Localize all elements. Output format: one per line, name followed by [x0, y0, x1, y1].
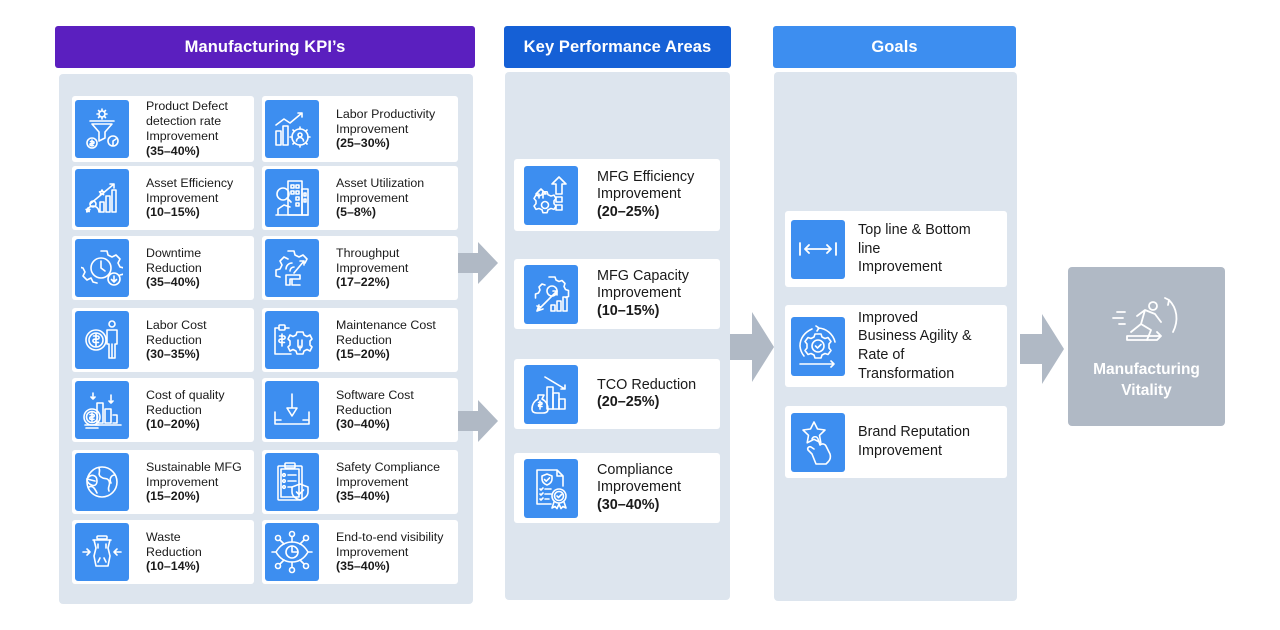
kpi-label: Asset Efficiency Improvement: [146, 175, 234, 205]
kpi-value: (15–20%): [146, 489, 200, 504]
kpi-label: Labor Productivity Improvement: [336, 106, 436, 136]
kpa-label: MFG Capacity Improvement: [597, 268, 689, 302]
flow-arrow-goals-to-outcome: [1020, 314, 1064, 384]
kpi-card-product-defect: Product Defect detection rate Improvemen…: [72, 96, 254, 162]
kpi-card-end-to-end-visibility: End-to-end visibility Improvement (35–40%…: [262, 520, 458, 584]
kpi-card-labor-productivity: Labor Productivity Improvement (25–30%): [262, 96, 458, 162]
outcome-title: Manufacturing Vitality: [1093, 360, 1200, 399]
labor-productivity-icon: [265, 100, 319, 158]
kpa-column-header: Key Performance Areas: [504, 26, 731, 68]
kpi-card-asset-efficiency: Asset Efficiency Improvement (10–15%): [72, 166, 254, 230]
kpi-label: Asset Utilization Improvement: [336, 175, 425, 205]
outcome-manufacturing-vitality: Manufacturing Vitality: [1068, 267, 1225, 426]
kpi-value: (35–40%): [336, 559, 390, 574]
goal-card-top-bottom-line: Top line & Bottom line Improvement: [785, 211, 1007, 287]
kpi-value: (35–40%): [146, 275, 200, 290]
coins-chart-icon: [75, 381, 129, 439]
kpi-value: (35–40%): [336, 489, 390, 504]
horizontal-range-icon: [791, 219, 845, 279]
growth-chart-icon: [75, 169, 129, 227]
kpa-card-tco-reduction: TCO Reduction (20–25%): [514, 359, 720, 429]
kpi-label: Labor Cost Reduction: [146, 317, 207, 347]
kpi-label: End-to-end visibility Improvement: [336, 529, 444, 559]
flow-arrow-kpi-to-kpa-upper: [458, 242, 498, 284]
kpa-card-mfg-efficiency: MFG Efficiency Improvement (20–25%): [514, 159, 720, 231]
kpa-value: (10–15%): [597, 302, 660, 319]
eye-network-icon: [265, 523, 319, 581]
kpi-label: Safety Compliance Improvement: [336, 459, 440, 489]
building-search-icon: [265, 169, 319, 227]
kpa-value: (30–40%): [597, 496, 660, 513]
kpa-card-compliance: Compliance Improvement (30–40%): [514, 453, 720, 523]
goal-label: Improved Business Agility & Rate of Tran…: [858, 309, 972, 382]
hand-star-icon: [791, 412, 845, 472]
kpi-label: Product Defect detection rate Improvemen…: [146, 99, 228, 143]
clipboard-shield-icon: [265, 453, 319, 511]
running-person-icon: [1111, 296, 1177, 341]
goals-column-title: Goals: [871, 37, 918, 56]
goal-label: Brand Reputation Improvement: [858, 424, 971, 459]
goal-label: Top line & Bottom line Improvement: [858, 221, 971, 276]
kpi-card-throughput: Throughput Improvement (17–22%): [262, 236, 458, 300]
kpi-card-sustainable-mfg: Sustainable MFG Improvement (15–20%): [72, 450, 254, 514]
gear-clock-icon: [75, 239, 129, 297]
gear-rocket-chart-icon: [524, 264, 578, 324]
kpi-value: (35–40%): [146, 143, 200, 158]
kpi-value: (10–15%): [146, 205, 200, 220]
kpa-column-title: Key Performance Areas: [523, 37, 712, 56]
kpi-label: Maintenance Cost Reduction: [336, 317, 436, 347]
gear-throughput-icon: [265, 239, 319, 297]
kpi-value: (25–30%): [336, 136, 390, 151]
coin-person-icon: [75, 311, 129, 369]
goals-column-header: Goals: [773, 26, 1016, 68]
gear-check-cycle-icon: [791, 316, 845, 376]
money-bag-decline-icon: [524, 364, 578, 424]
kpi-card-downtime: Downtime Reduction (35–40%): [72, 236, 254, 300]
kpi-card-software-cost: Software Cost Reduction (30–40%): [262, 378, 458, 442]
kpi-value: (5–8%): [336, 205, 376, 220]
kpi-card-asset-utilization: Asset Utilization Improvement (5–8%): [262, 166, 458, 230]
document-certificate-icon: [524, 458, 578, 518]
clipboard-wrench-icon: [265, 311, 319, 369]
kpa-card-mfg-capacity: MFG Capacity Improvement (10–15%): [514, 259, 720, 329]
kpa-label: TCO Reduction: [597, 376, 697, 393]
kpi-label: Throughput Improvement: [336, 245, 409, 275]
kpi-column-header: Manufacturing KPI’s: [55, 26, 475, 68]
kpi-label: Sustainable MFG Improvement: [146, 459, 242, 489]
flow-arrow-kpa-to-goals: [730, 312, 774, 382]
kpi-card-safety-compliance: Safety Compliance Improvement (35–40%): [262, 450, 458, 514]
globe-leaf-icon: [75, 453, 129, 511]
kpi-value: (17–22%): [336, 275, 390, 290]
flow-arrow-kpi-to-kpa-lower: [458, 400, 498, 442]
kpa-value: (20–25%): [597, 394, 660, 410]
kpi-label: Waste Reduction: [146, 529, 202, 559]
bin-compress-icon: [75, 523, 129, 581]
kpi-card-cost-of-quality: Cost of quality Reduction (10–20%): [72, 378, 254, 442]
kpa-label: Compliance Improvement: [597, 462, 681, 496]
kpi-value: (30–35%): [146, 347, 200, 362]
kpi-card-waste: Waste Reduction (10–14%): [72, 520, 254, 584]
kpi-value: (10–20%): [146, 417, 200, 432]
gear-arrows-up-icon: [524, 165, 578, 225]
kpa-value: (20–25%): [597, 203, 660, 220]
kpi-card-labor-cost: Labor Cost Reduction (30–35%): [72, 308, 254, 372]
kpi-column-title: Manufacturing KPI’s: [184, 37, 346, 56]
kpa-label: MFG Efficiency Improvement: [597, 169, 695, 203]
kpi-card-maintenance-cost: Maintenance Cost Reduction (15–20%): [262, 308, 458, 372]
download-tray-icon: [265, 381, 319, 439]
kpi-value: (10–14%): [146, 559, 200, 574]
kpi-value: (30–40%): [336, 417, 390, 432]
goal-card-brand-reputation: Brand Reputation Improvement: [785, 406, 1007, 478]
goal-card-business-agility: Improved Business Agility & Rate of Tran…: [785, 305, 1007, 387]
kpi-label: Cost of quality Reduction: [146, 387, 225, 417]
defect-funnel-icon: [75, 100, 129, 158]
kpi-value: (15–20%): [336, 347, 390, 362]
kpi-label: Software Cost Reduction: [336, 387, 414, 417]
kpi-label: Downtime Reduction: [146, 245, 202, 275]
